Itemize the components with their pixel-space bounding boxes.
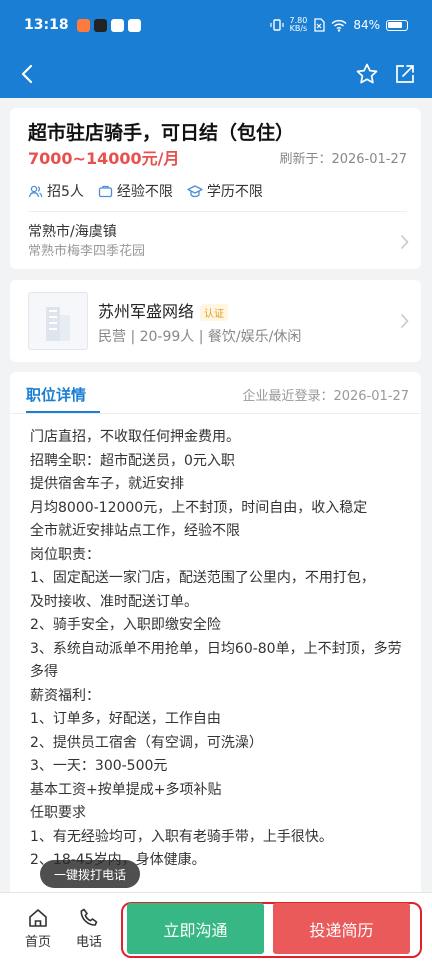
chevron-right-icon (400, 234, 409, 250)
graduation-cap-icon (187, 184, 203, 197)
apply-resume-button[interactable]: 投递简历 (273, 903, 410, 954)
phone-button[interactable]: 电话 (69, 907, 109, 950)
chevron-right-icon (400, 313, 409, 329)
vibrate-icon (269, 19, 284, 31)
app-notification-icon (127, 18, 141, 32)
notification-icons (76, 18, 141, 32)
home-label: 首页 (24, 935, 51, 950)
mail-notification-icon (110, 18, 124, 32)
top-nav-bar (0, 50, 432, 98)
last-login: 企业最近登录：2026-01-27 (242, 389, 409, 404)
no-sim-icon (314, 18, 325, 32)
location-city: 常熟市/海虞镇 (28, 224, 117, 240)
building-icon (46, 307, 70, 341)
network-speed-unit: KB/s (289, 24, 308, 33)
divider (28, 211, 407, 212)
phone-icon (80, 908, 98, 926)
back-arrow-icon (21, 64, 33, 84)
network-speed: 7.80 KB/s (290, 17, 308, 33)
job-tags: 招5人 经验不限 学历不限 (28, 181, 263, 201)
tag-label: 学历不限 (206, 184, 263, 200)
status-time: 13:18 (24, 17, 69, 33)
phone-label: 电话 (75, 935, 102, 950)
company-logo (28, 292, 88, 350)
tab-job-detail[interactable]: 职位详情 (26, 384, 86, 405)
verified-badge: 认证 (200, 304, 229, 321)
app-notification-icon (93, 18, 107, 32)
status-right: 7.80 KB/s 84% (269, 17, 408, 33)
tag-label: 招5人 (47, 184, 84, 200)
status-bar: 13:18 7.80 KB/s 84% (0, 0, 432, 50)
star-icon (356, 63, 378, 84)
job-title: 超市驻店骑手，可日结（包住） (28, 122, 295, 144)
tag-label: 经验不限 (116, 184, 173, 200)
job-description: 门店直招，不收取任何押金费用。 招聘全职：超市配送员，0元入职 提供宿舍车子，就… (30, 429, 402, 868)
battery-percent: 84% (353, 18, 380, 32)
company-name: 苏州军盛网络 (98, 302, 195, 321)
share-icon (396, 65, 414, 83)
divider (10, 413, 421, 414)
company-meta: 民营 | 20-99人 | 餐饮/娱乐/休闲 (98, 329, 302, 345)
battery-icon (386, 19, 408, 31)
company-name-row: 苏州军盛网络 认证 (98, 298, 229, 322)
tag-education: 学历不限 (187, 181, 263, 201)
tag-experience: 经验不限 (98, 181, 173, 201)
bottom-action-bar: 首页 电话 立即沟通 投递简历 (0, 892, 432, 964)
people-icon (28, 185, 43, 197)
job-summary-card: 超市驻店骑手，可日结（包住） 7000~14000元/月 刷新于：2026-01… (10, 108, 421, 269)
location-address: 常熟市梅李四季花园 (28, 244, 146, 259)
home-button[interactable]: 首页 (18, 907, 58, 950)
wifi-icon (331, 19, 347, 32)
chat-now-button[interactable]: 立即沟通 (127, 903, 264, 954)
favorite-button[interactable] (354, 61, 380, 87)
home-icon (29, 909, 47, 927)
share-button[interactable] (392, 61, 418, 87)
app-notification-icon (76, 18, 90, 32)
job-detail-card: 职位详情 企业最近登录：2026-01-27 门店直招，不收取任何押金费用。 招… (10, 372, 421, 892)
one-tap-call-button[interactable]: 一键拨打电话 (40, 860, 140, 888)
briefcase-icon (98, 185, 113, 197)
company-card[interactable]: 苏州军盛网络 认证 民营 | 20-99人 | 餐饮/娱乐/休闲 (10, 280, 421, 362)
back-button[interactable] (14, 61, 40, 87)
tag-headcount: 招5人 (28, 181, 84, 201)
salary: 7000~14000元/月 (28, 149, 180, 168)
refresh-date: 刷新于：2026-01-27 (279, 152, 407, 167)
